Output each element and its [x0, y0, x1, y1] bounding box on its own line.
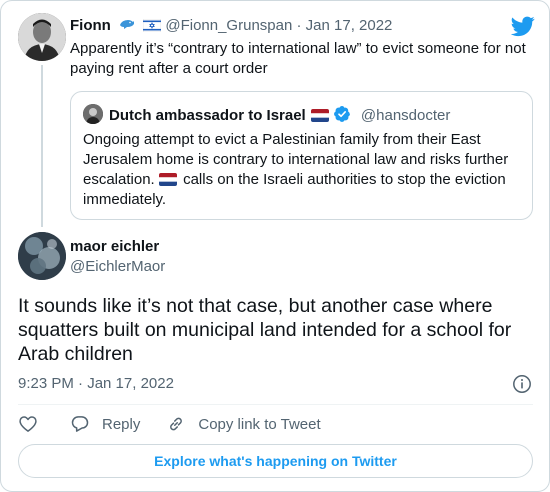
- fionn-avatar-portrait: [18, 13, 66, 61]
- author-handle[interactable]: @Fionn_Grunspan: [165, 17, 292, 34]
- author-name[interactable]: maor eichler: [70, 237, 159, 257]
- explore-twitter-button[interactable]: Explore what's happening on Twitter: [18, 444, 533, 478]
- twitter-bird-icon[interactable]: [511, 14, 535, 38]
- reply-label: Reply: [102, 415, 141, 433]
- like-button[interactable]: [18, 414, 38, 434]
- netherlands-flag-icon: [158, 173, 177, 186]
- quoted-author-name: Dutch ambassador to Israel: [109, 107, 306, 124]
- copy-link-label: Copy link to Tweet: [198, 415, 321, 433]
- reply-icon: [71, 416, 89, 432]
- netherlands-flag-icon: [310, 109, 329, 122]
- tweet-embed-card: Fionn @Fionn_Grunspan · Jan 17, 2022 App…: [0, 0, 550, 492]
- parent-tweet-text: Apparently it’s “contrary to internation…: [70, 40, 526, 77]
- quoted-tweet[interactable]: Dutch ambassador to Israel @hansdocter O…: [70, 91, 533, 220]
- parent-tweet-header: Fionn @Fionn_Grunspan · Jan 17, 2022: [70, 16, 392, 36]
- info-icon[interactable]: [512, 374, 532, 394]
- author-name[interactable]: Fionn: [70, 17, 111, 34]
- tweet-text: It sounds like it’s not that case, but a…: [18, 295, 512, 365]
- separator-dot: ·: [296, 17, 302, 34]
- quoted-tweet-header: Dutch ambassador to Israel @hansdocter: [83, 104, 450, 126]
- tweet-timestamp[interactable]: 9:23 PM · Jan 17, 2022: [18, 374, 174, 394]
- quoted-avatar: [83, 104, 103, 124]
- avatar[interactable]: [18, 232, 66, 280]
- quoted-tweet-text: Ongoing attempt to evict a Palestinian f…: [83, 130, 523, 210]
- verified-badge-icon: [333, 106, 350, 122]
- divider: [18, 404, 533, 405]
- author-handle[interactable]: @EichlerMaor: [70, 257, 165, 277]
- tweet-actions: Reply Copy link to Tweet: [18, 413, 321, 435]
- copy-link-button[interactable]: Copy link to Tweet: [166, 414, 321, 434]
- thread-connector-line: [41, 65, 43, 227]
- quoted-avatar-portrait: [83, 104, 103, 124]
- link-icon: [170, 417, 183, 431]
- dolphin-icon: [120, 20, 134, 29]
- maor-avatar-image: [18, 232, 66, 280]
- israel-flag-icon: [143, 19, 162, 32]
- reply-button[interactable]: Reply: [70, 414, 140, 434]
- quoted-author-handle: @hansdocter: [360, 107, 451, 124]
- avatar[interactable]: [18, 13, 66, 61]
- tweet-date[interactable]: Jan 17, 2022: [306, 17, 393, 34]
- heart-icon: [19, 416, 37, 432]
